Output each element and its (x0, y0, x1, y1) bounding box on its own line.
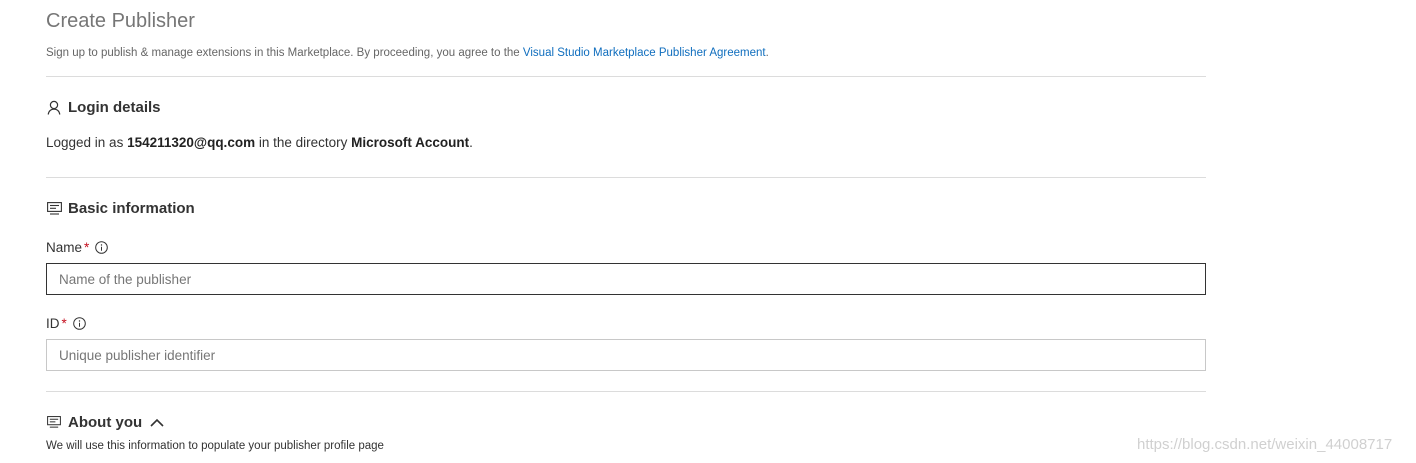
login-suffix: . (469, 135, 473, 150)
form-icon (46, 201, 62, 217)
subtitle-text: Sign up to publish & manage extensions i… (46, 47, 523, 59)
required-marker: * (84, 240, 90, 255)
about-you-heading[interactable]: About you (46, 414, 164, 431)
basic-information-title: Basic information (68, 200, 195, 217)
create-publisher-page: Create Publisher Sign up to publish & ma… (0, 0, 1416, 463)
publisher-name-input[interactable] (46, 263, 1206, 295)
id-label-text: ID (46, 316, 60, 331)
chevron-up-icon[interactable] (150, 418, 164, 427)
login-prefix: Logged in as (46, 135, 128, 150)
page-subtitle: Sign up to publish & manage extensions i… (46, 47, 769, 59)
login-email: 154211320@qq.com (127, 135, 256, 150)
info-icon[interactable] (72, 317, 86, 330)
form-icon (46, 415, 62, 431)
name-label: Name * (46, 240, 109, 255)
basic-information-heading: Basic information (46, 200, 195, 217)
about-you-title: About you (68, 414, 143, 431)
person-icon (46, 100, 62, 116)
header-divider (46, 76, 1206, 77)
about-you-description: We will use this information to populate… (46, 440, 384, 452)
page-title: Create Publisher (46, 10, 195, 32)
watermark-text: https://blog.csdn.net/weixin_44008717 (1137, 436, 1393, 453)
id-label: ID * (46, 316, 86, 331)
name-label-text: Name (46, 240, 83, 255)
subtitle-suffix: . (765, 47, 769, 59)
publisher-agreement-link[interactable]: Visual Studio Marketplace Publisher Agre… (523, 47, 766, 59)
login-details-title: Login details (68, 99, 161, 116)
required-marker: * (61, 316, 67, 331)
info-icon[interactable] (95, 241, 109, 254)
login-directory: Microsoft Account (351, 135, 470, 150)
login-middle: in the directory (255, 135, 352, 150)
publisher-id-input[interactable] (46, 339, 1206, 371)
basic-divider (46, 391, 1206, 392)
login-divider (46, 177, 1206, 178)
login-status-text: Logged in as 154211320@qq.com in the dir… (46, 135, 473, 150)
login-details-heading: Login details (46, 99, 161, 116)
